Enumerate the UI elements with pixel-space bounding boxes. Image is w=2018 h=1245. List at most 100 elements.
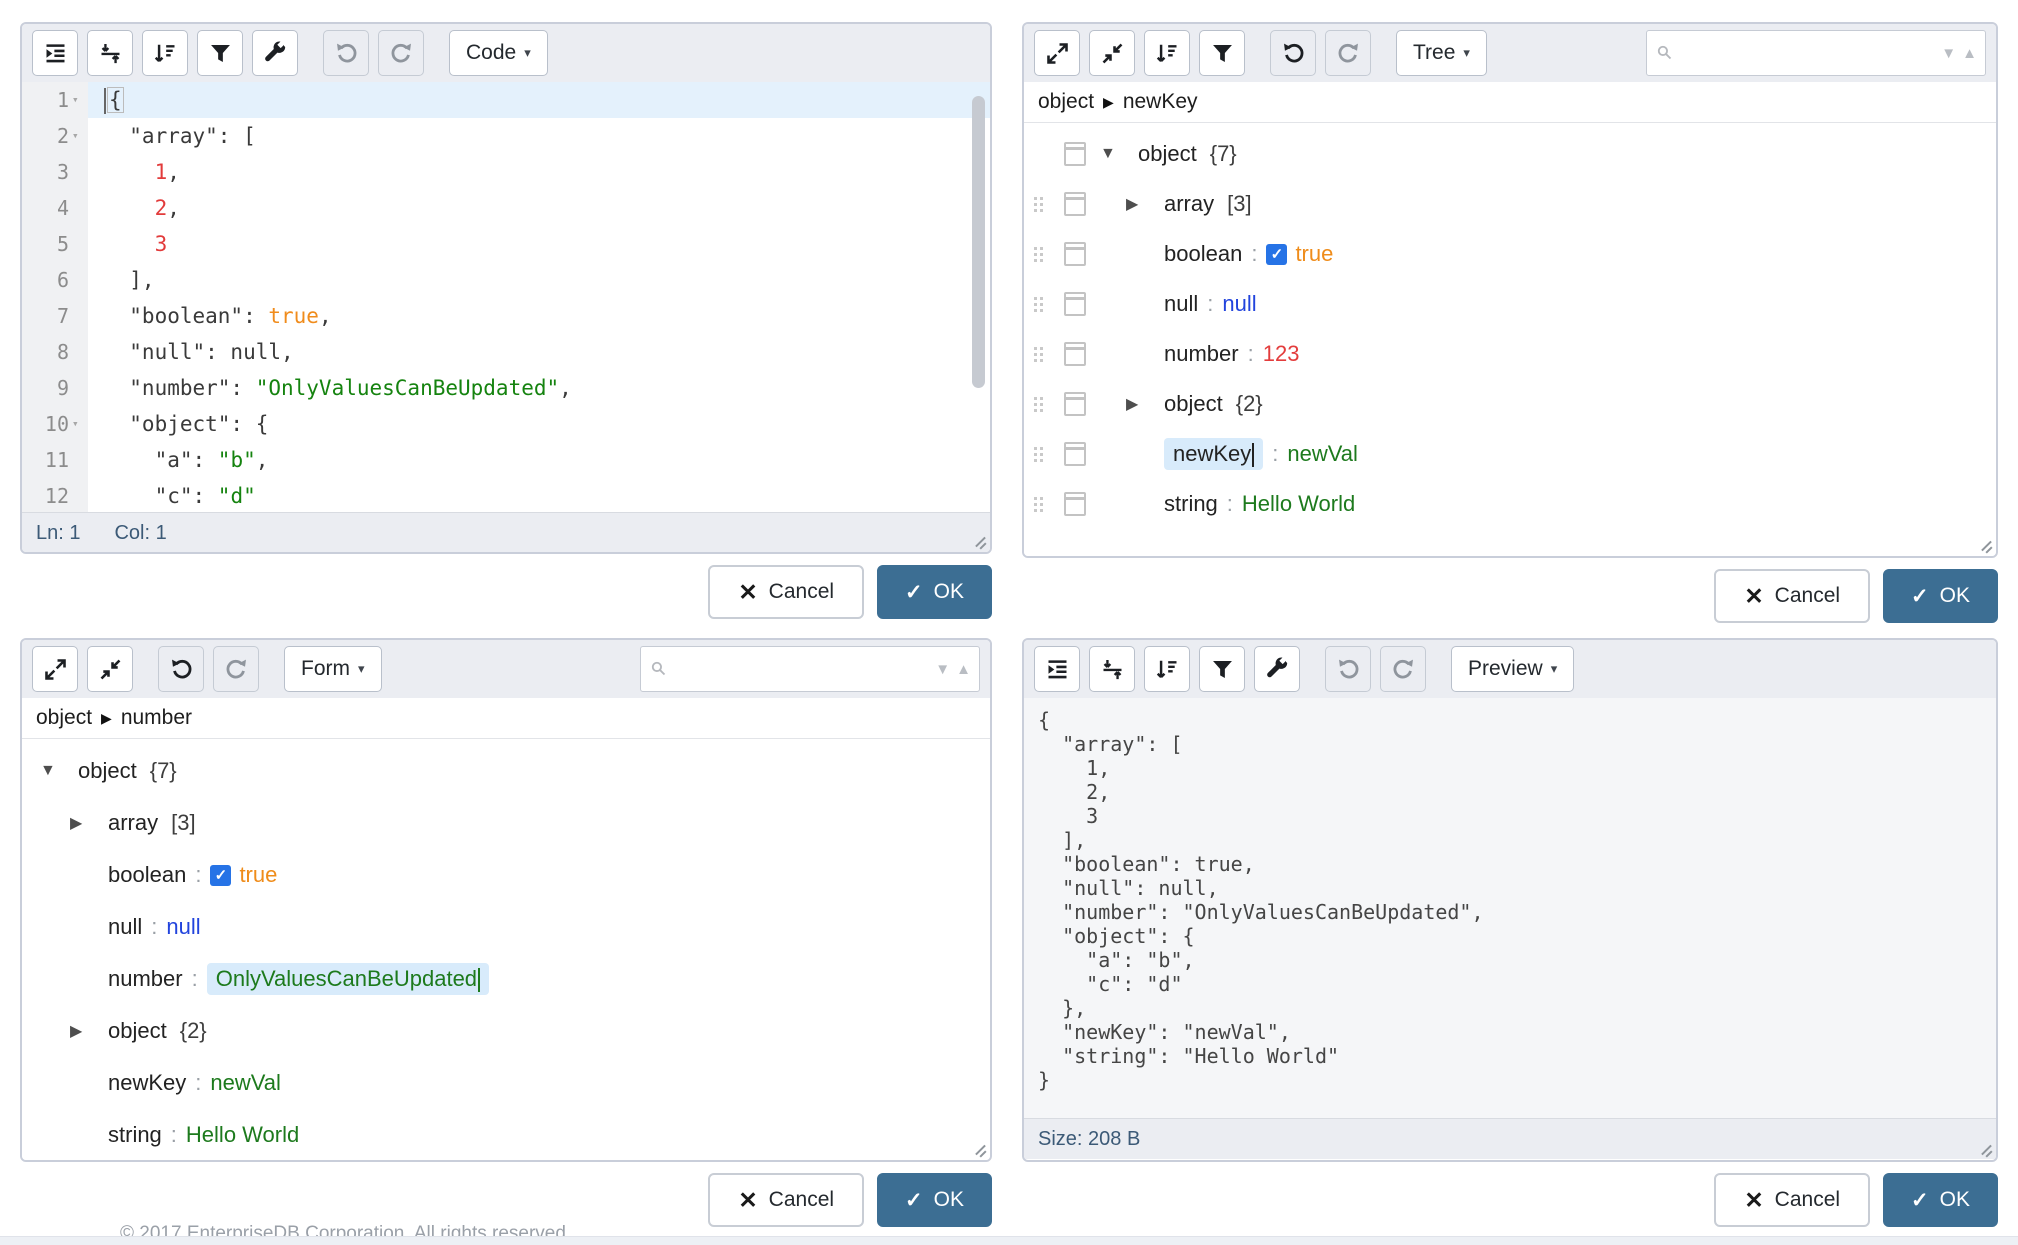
field-value[interactable]: null (1222, 291, 1256, 317)
field-name[interactable]: array (108, 810, 158, 836)
format-icon[interactable] (1034, 646, 1080, 692)
context-menu-button[interactable] (1064, 392, 1086, 416)
mode-select-tree[interactable]: Tree ▾ (1396, 30, 1487, 76)
mode-select-preview[interactable]: Preview ▾ (1451, 646, 1574, 692)
undo-icon[interactable] (1270, 30, 1316, 76)
collapse-arrow-icon[interactable]: ▼ (40, 762, 56, 780)
cancel-button[interactable]: ✕ Cancel (708, 1173, 864, 1227)
drag-handle-icon[interactable] (1034, 397, 1037, 400)
form-editor-panel: Form ▾ ▼ ▲ object ▶ number ▼object{7}▶ar… (20, 638, 992, 1162)
repair-icon[interactable] (1254, 646, 1300, 692)
field-value[interactable]: newVal (1287, 441, 1358, 467)
collapse-arrow-icon[interactable]: ▼ (1100, 145, 1116, 163)
boolean-checkbox[interactable]: ✓ (1266, 244, 1287, 265)
collapse-all-icon[interactable] (87, 646, 133, 692)
code-text-area[interactable]: 1▾{2▾ "array": [3▾ 1,4▾ 2,5▾ 36▾ ],7▾ "b… (22, 82, 990, 512)
field-name[interactable]: number (1164, 341, 1239, 367)
context-menu-button[interactable] (1064, 142, 1086, 166)
format-icon[interactable] (32, 30, 78, 76)
drag-handle-icon[interactable] (1034, 297, 1037, 300)
field-value[interactable]: OnlyValuesCanBeUpdated (207, 963, 489, 995)
transform-filter-icon[interactable] (197, 30, 243, 76)
ok-button[interactable]: ✓ OK (877, 565, 992, 619)
field-name[interactable]: boolean (108, 862, 186, 888)
expand-arrow-icon[interactable]: ▶ (70, 813, 82, 833)
search-input[interactable] (675, 657, 929, 681)
field-name[interactable]: object (1138, 141, 1197, 167)
drag-handle-icon[interactable] (1034, 447, 1037, 450)
search-next-icon[interactable]: ▼ (935, 661, 950, 678)
breadcrumb-root[interactable]: object (36, 706, 92, 730)
drag-handle-icon[interactable] (1034, 247, 1037, 250)
field-name[interactable]: object (108, 1018, 167, 1044)
context-menu-button[interactable] (1064, 492, 1086, 516)
field-name[interactable]: newKey (108, 1070, 186, 1096)
field-value[interactable]: null (166, 914, 200, 940)
expand-arrow-icon[interactable]: ▶ (1126, 394, 1138, 414)
expand-arrow-icon[interactable]: ▶ (1126, 194, 1138, 214)
resize-handle[interactable] (971, 533, 987, 549)
field-name[interactable]: null (1164, 291, 1198, 317)
mode-select-form[interactable]: Form ▾ (284, 646, 382, 692)
field-value[interactable]: Hello World (186, 1122, 299, 1148)
field-name[interactable]: object (78, 758, 137, 784)
boolean-checkbox[interactable]: ✓ (210, 865, 231, 886)
drag-handle-icon[interactable] (1034, 197, 1037, 200)
transform-filter-icon[interactable] (1199, 30, 1245, 76)
ok-button[interactable]: ✓ OK (877, 1173, 992, 1227)
ok-button[interactable]: ✓ OK (1883, 1173, 1998, 1227)
cancel-button[interactable]: ✕ Cancel (1714, 569, 1870, 623)
context-menu-button[interactable] (1064, 442, 1086, 466)
transform-filter-icon[interactable] (1199, 646, 1245, 692)
field-value[interactable]: true (239, 862, 277, 888)
field-value[interactable]: newVal (210, 1070, 281, 1096)
search-input[interactable] (1681, 41, 1935, 65)
breadcrumb-current[interactable]: newKey (1123, 90, 1198, 114)
search-next-icon[interactable]: ▼ (1941, 45, 1956, 62)
resize-handle[interactable] (1977, 1141, 1993, 1157)
expand-arrow-icon[interactable]: ▶ (70, 1021, 82, 1041)
ok-button[interactable]: ✓ OK (1883, 569, 1998, 623)
expand-all-icon[interactable] (32, 646, 78, 692)
collapse-all-icon[interactable] (1089, 30, 1135, 76)
context-menu-button[interactable] (1064, 342, 1086, 366)
search-box: ▼ ▲ (1646, 30, 1986, 76)
field-name[interactable]: newKey (1164, 438, 1263, 470)
repair-icon[interactable] (252, 30, 298, 76)
fold-arrow-icon[interactable]: ▾ (72, 406, 83, 442)
fold-arrow-icon[interactable]: ▾ (72, 82, 83, 118)
cancel-button[interactable]: ✕ Cancel (1714, 1173, 1870, 1227)
resize-handle[interactable] (1977, 537, 1993, 553)
cancel-button[interactable]: ✕ Cancel (708, 565, 864, 619)
sort-icon[interactable] (1144, 646, 1190, 692)
sort-icon[interactable] (142, 30, 188, 76)
compact-icon[interactable] (87, 30, 133, 76)
context-menu-button[interactable] (1064, 292, 1086, 316)
search-previous-icon[interactable]: ▲ (1962, 45, 1977, 62)
field-name[interactable]: null (108, 914, 142, 940)
field-name[interactable]: number (108, 966, 183, 992)
field-value[interactable]: true (1295, 241, 1333, 267)
field-value[interactable]: 123 (1263, 341, 1300, 367)
fold-arrow-icon[interactable]: ▾ (72, 118, 83, 154)
undo-icon[interactable] (158, 646, 204, 692)
context-menu-button[interactable] (1064, 192, 1086, 216)
compact-icon[interactable] (1089, 646, 1135, 692)
drag-handle-icon[interactable] (1034, 347, 1037, 350)
mode-select-code[interactable]: Code ▾ (449, 30, 548, 76)
context-menu-button[interactable] (1064, 242, 1086, 266)
field-value[interactable]: Hello World (1242, 491, 1355, 517)
sort-icon[interactable] (1144, 30, 1190, 76)
breadcrumb-root[interactable]: object (1038, 90, 1094, 114)
drag-handle-icon[interactable] (1034, 497, 1037, 500)
field-name[interactable]: string (108, 1122, 162, 1148)
field-name[interactable]: string (1164, 491, 1218, 517)
field-name[interactable]: array (1164, 191, 1214, 217)
resize-handle[interactable] (971, 1141, 987, 1157)
search-previous-icon[interactable]: ▲ (956, 661, 971, 678)
code-scrollbar-thumb[interactable] (972, 96, 985, 388)
breadcrumb-current[interactable]: number (121, 706, 192, 730)
field-name[interactable]: object (1164, 391, 1223, 417)
field-name[interactable]: boolean (1164, 241, 1242, 267)
expand-all-icon[interactable] (1034, 30, 1080, 76)
